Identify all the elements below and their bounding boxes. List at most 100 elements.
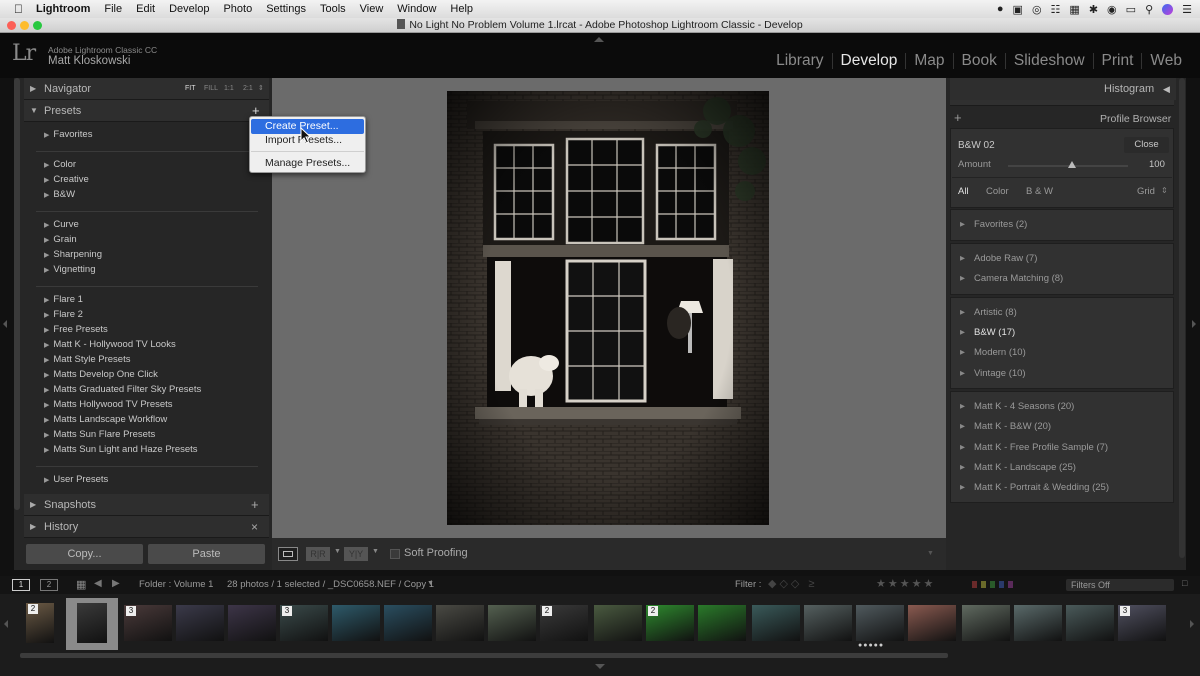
filmstrip-right-arrow-icon[interactable] [1190,620,1194,628]
photo-preview[interactable] [447,91,769,525]
filmstrip-thumbnail[interactable] [176,605,224,641]
search-icon[interactable]: ⚲ [1145,3,1153,16]
siri-icon[interactable] [1162,3,1174,15]
preset-folder[interactable]: ▶ Creative [44,174,89,185]
color-label-filter[interactable] [972,581,1013,588]
menu-file[interactable]: File [97,0,129,18]
profile-group-item[interactable]: ▶ Vintage (10) [960,368,1026,379]
preset-folder[interactable]: ▶ Flare 2 [44,309,83,320]
filter-bw[interactable]: B & W [1026,186,1053,197]
preset-folder[interactable]: ▶ Matt K - Hollywood TV Looks [44,339,176,350]
before-after-button[interactable]: R|R [306,547,330,561]
loupe-view-button[interactable] [278,547,298,561]
filmstrip-thumbnail[interactable]: 3 [1118,605,1166,641]
filmstrip-thumbnail[interactable]: 3 [124,605,172,641]
module-library[interactable]: Library [768,53,831,69]
preset-folder[interactable]: ▶ Matts Graduated Filter Sky Presets [44,384,201,395]
module-book[interactable]: Book [952,53,1005,69]
menu-settings[interactable]: Settings [259,0,313,18]
apple-icon[interactable]:  [0,0,29,18]
filter-all[interactable]: All [958,186,969,197]
zoom-2-1[interactable]: 2:1 [243,78,253,100]
filmstrip-thumbnail[interactable] [804,605,852,641]
camera-icon[interactable]: ▣ [1013,3,1023,16]
back-arrow-icon[interactable]: ◀ [94,578,102,589]
module-map[interactable]: Map [905,53,952,69]
profile-group-item[interactable]: ▶ Camera Matching (8) [960,273,1063,284]
clear-history-button[interactable]: × [251,516,258,538]
add-snapshot-button[interactable]: + [251,494,259,516]
right-scrollbar[interactable] [1179,78,1185,558]
preset-folder[interactable]: ▶ Favorites [44,129,92,140]
preset-folder[interactable]: ▶ Matts Hollywood TV Presets [44,399,173,410]
flag-filter-icons[interactable]: ◆◇◇ ≥ [768,577,817,590]
bluetooth-icon[interactable]: ✱ [1089,3,1098,16]
filmstrip-thumbnail[interactable] [488,605,536,641]
left-panel-toggle-icon[interactable] [3,320,7,328]
module-develop[interactable]: Develop [831,53,906,69]
wifi-icon[interactable]: ◉ [1107,3,1117,16]
menu-app[interactable]: Lightroom [29,0,97,18]
filmstrip-left-arrow-icon[interactable] [4,620,8,628]
filmstrip-scrollbar[interactable] [20,653,948,658]
grid-menu-icon[interactable]: ⇕ [1161,186,1168,195]
filmstrip-thumbnail[interactable] [962,605,1010,641]
history-header[interactable]: ▶ History × [24,516,269,538]
navigator-header[interactable]: ▶ Navigator FIT FILL 1:1 2:1 ⇕ [24,78,269,100]
profile-group-item[interactable]: ▶ Matt K - B&W (20) [960,421,1051,432]
zoom-menu-icon[interactable]: ⇕ [258,78,264,100]
filter-color[interactable]: Color [986,186,1009,197]
preset-folder[interactable]: ▶ Vignetting [44,264,95,275]
preset-folder[interactable]: ▶ Matts Sun Light and Haze Presets [44,444,198,455]
filters-off-select[interactable]: Filters Off [1066,579,1174,591]
profile-group-item[interactable]: ▶ Matt K - Portrait & Wedding (25) [960,482,1109,493]
copy-button[interactable]: Copy... [26,544,143,564]
menu-help[interactable]: Help [443,0,480,18]
preset-folder[interactable]: ▶ Curve [44,219,79,230]
cc-icon[interactable]: ◎ [1032,3,1042,16]
menu-develop[interactable]: Develop [162,0,216,18]
profile-group-item[interactable]: ▶ Artistic (8) [960,307,1017,318]
filmstrip-thumbnail[interactable] [228,605,276,641]
filmstrip-thumbnail[interactable]: 2 [646,605,694,641]
filmstrip-thumbnail[interactable] [698,605,746,641]
module-print[interactable]: Print [1092,53,1142,69]
before-after-menu-icon[interactable]: ▼ [334,548,341,555]
presets-header[interactable]: ▼ Presets + [24,100,269,122]
preset-folder[interactable]: ▶ Free Presets [44,324,108,335]
module-web[interactable]: Web [1141,53,1190,69]
filmstrip-thumbnail[interactable] [384,605,432,641]
soft-proofing-checkbox[interactable] [390,549,400,559]
airplay-icon[interactable]: ▭ [1126,3,1136,16]
zoom-fill[interactable]: FILL [204,78,218,100]
module-slideshow[interactable]: Slideshow [1004,53,1093,69]
profile-group-item[interactable]: ▶ Modern (10) [960,347,1026,358]
filmstrip-thumbnail[interactable]: 2 [540,605,588,641]
zoom-window-button[interactable] [33,21,42,30]
close-window-button[interactable] [7,21,16,30]
preset-folder[interactable]: ▶ Sharpening [44,249,102,260]
zoom-fit[interactable]: FIT [185,78,196,100]
filmstrip-thumbnail[interactable] [1066,605,1114,641]
left-scrollbar[interactable] [14,78,20,510]
forward-arrow-icon[interactable]: ▶ [112,578,120,589]
menu-photo[interactable]: Photo [216,0,259,18]
yy-menu-icon[interactable]: ▼ [372,548,379,555]
preset-folder[interactable]: ▶ Matts Develop One Click [44,369,158,380]
filmstrip-collapse-icon[interactable] [595,664,605,669]
profile-group-item[interactable]: ▶ Adobe Raw (7) [960,253,1037,264]
profile-group-item[interactable]: ▶ Matt K - 4 Seasons (20) [960,401,1074,412]
preset-folder[interactable]: ▶ Flare 1 [44,294,83,305]
filmstrip-thumbnail[interactable] [908,605,956,641]
notifications-icon[interactable]: ☰ [1182,3,1192,16]
profile-group-item[interactable]: ▶ B&W (17) [960,327,1015,338]
profile-group-item[interactable]: ▶ Matt K - Landscape (25) [960,462,1076,473]
primary-window-button[interactable]: 1 [12,579,30,591]
filmstrip-thumbnail[interactable] [1014,605,1062,641]
close-profile-browser-button[interactable]: Close [1124,137,1169,153]
grid-view-select[interactable]: Grid [1137,186,1155,197]
filter-lock-icon[interactable]: □ [1182,578,1187,588]
manage-presets-menu-item[interactable]: Manage Presets... [265,157,350,169]
preset-folder[interactable]: ▶ Grain [44,234,77,245]
grid-icon[interactable]: ▦ [1069,3,1079,16]
